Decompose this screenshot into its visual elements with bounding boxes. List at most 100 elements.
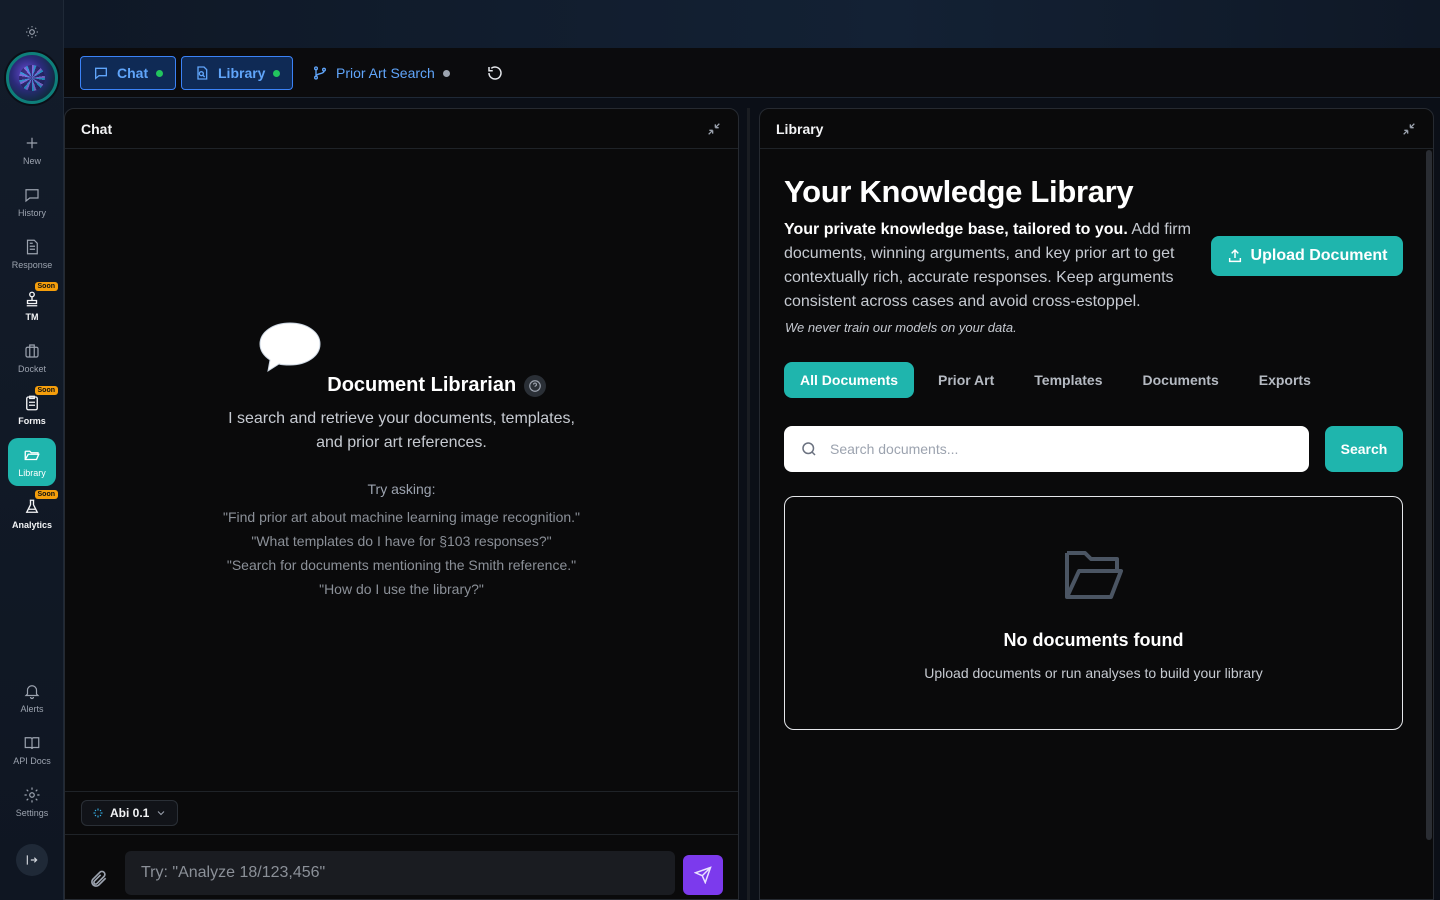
send-button[interactable] <box>683 855 723 895</box>
search-icon <box>802 442 816 456</box>
chat-panel: Chat Document Librarian I search and ret… <box>64 108 739 900</box>
panel-title: Library <box>776 120 824 137</box>
help-icon[interactable] <box>524 374 547 397</box>
assistant-name: Document Librarian <box>327 374 517 396</box>
model-label: Abi 0.1 <box>110 806 150 820</box>
tab-chat[interactable]: Chat <box>80 56 177 90</box>
sidebar-item-label: Alerts <box>20 704 44 714</box>
sidebar-item-label: Response <box>11 260 53 270</box>
scrollbar[interactable] <box>1426 150 1432 840</box>
tab-prior-art-search[interactable]: Prior Art Search <box>300 56 462 90</box>
refresh-icon <box>488 66 502 80</box>
user-avatar[interactable] <box>6 52 58 104</box>
document-icon <box>26 239 38 255</box>
upload-icon <box>1228 248 1241 263</box>
tab-label: Library <box>218 65 266 81</box>
sidebar-item-label: TM <box>25 312 39 322</box>
sidebar-item-analytics[interactable]: Soon Analytics <box>8 490 58 538</box>
sidebar: New History Response Soon TM Docket Soon… <box>0 0 64 900</box>
example-prompt[interactable]: "How do I use the library?" <box>65 577 738 601</box>
clipboard-icon <box>26 395 38 411</box>
library-description-bold: Your private knowledge base, tailored to… <box>784 221 1128 238</box>
sidebar-item-history[interactable]: History <box>8 178 56 226</box>
soon-badge: Soon <box>34 282 58 291</box>
minimize-icon[interactable] <box>1401 121 1417 137</box>
app-root: New History Response Soon TM Docket Soon… <box>0 0 1440 900</box>
filter-exports[interactable]: Exports <box>1243 362 1327 398</box>
theme-toggle-sun-icon[interactable] <box>22 22 42 42</box>
sidebar-item-label: Library <box>18 468 46 478</box>
plus-icon <box>26 137 38 149</box>
sidebar-item-response[interactable]: Response <box>8 230 56 278</box>
example-prompt[interactable]: "What templates do I have for §103 respo… <box>65 529 738 553</box>
sidebar-item-label: History <box>17 208 46 218</box>
paperclip-icon[interactable] <box>89 869 109 889</box>
model-selector[interactable]: Abi 0.1 <box>81 800 179 826</box>
filter-prior-art[interactable]: Prior Art <box>922 362 1010 398</box>
refresh-button[interactable] <box>486 64 506 84</box>
logout-icon <box>26 855 38 865</box>
sidebar-item-forms[interactable]: Soon Forms <box>8 386 58 434</box>
library-body: Your Knowledge Library Your private know… <box>784 174 1404 730</box>
status-dot <box>156 69 164 77</box>
example-prompt[interactable]: "Find prior art about machine learning i… <box>65 505 738 529</box>
library-panel: Library Your Knowledge Library Your priv… <box>759 108 1434 900</box>
sidebar-item-docket[interactable]: Docket <box>8 334 56 382</box>
example-prompt[interactable]: "Search for documents mentioning the Smi… <box>65 553 738 577</box>
workspace-toolbar: Chat Library Prior Art Search <box>64 48 1440 98</box>
filter-all-documents[interactable]: All Documents <box>784 362 915 398</box>
folder-open-icon <box>24 450 40 461</box>
tab-label: Chat <box>117 65 149 81</box>
status-dot <box>442 69 450 77</box>
search-input[interactable] <box>830 441 1293 457</box>
top-banner <box>64 0 1440 48</box>
sparkle-icon <box>93 808 103 818</box>
minimize-icon[interactable] <box>706 121 722 137</box>
bell-icon <box>24 685 40 700</box>
panel-title: Chat <box>81 120 113 137</box>
sidebar-item-new[interactable]: New <box>8 126 56 174</box>
try-asking-label: Try asking: <box>367 481 436 497</box>
chat-icon <box>95 67 107 80</box>
soon-badge: Soon <box>34 386 58 395</box>
example-prompts: "Find prior art about machine learning i… <box>65 505 738 601</box>
search-button[interactable]: Search <box>1325 426 1403 472</box>
library-panel-header: Library <box>760 109 1433 149</box>
book-icon <box>24 737 40 750</box>
tab-library[interactable]: Library <box>181 56 294 90</box>
search-field <box>784 426 1309 472</box>
panel-resize-handle[interactable] <box>747 108 750 900</box>
soon-badge: Soon <box>34 490 58 499</box>
chat-input[interactable] <box>125 851 675 895</box>
chat-panel-header: Chat <box>65 109 738 149</box>
model-bar: Abi 0.1 <box>65 791 738 835</box>
logout-button[interactable] <box>16 844 48 876</box>
chat-icon <box>25 189 39 203</box>
upload-label: Upload Document <box>1250 247 1388 264</box>
chat-empty-state: Document Librarian I search and retrieve… <box>65 319 738 601</box>
status-dot <box>273 69 281 77</box>
upload-document-button[interactable]: Upload Document <box>1211 236 1403 276</box>
assistant-description-line: and prior art references. <box>316 434 487 451</box>
sidebar-item-alerts[interactable]: Alerts <box>8 674 56 722</box>
library-heading: Your Knowledge Library <box>784 174 1134 209</box>
privacy-note: We never train our models on your data. <box>785 320 1017 335</box>
library-description: Your private knowledge base, tailored to… <box>784 218 1204 314</box>
chevron-down-icon <box>158 811 165 816</box>
sidebar-item-settings[interactable]: Settings <box>8 778 56 826</box>
send-icon <box>694 866 712 884</box>
document-search-icon <box>197 66 208 80</box>
sidebar-item-api-docs[interactable]: API Docs <box>8 726 56 774</box>
sidebar-item-library[interactable]: Library <box>8 438 56 486</box>
stamp-icon <box>26 291 38 307</box>
sidebar-item-label: New <box>22 156 41 166</box>
sidebar-item-tm[interactable]: Soon TM <box>8 282 58 330</box>
empty-state-subtitle: Upload documents or run analyses to buil… <box>924 665 1263 681</box>
filter-templates[interactable]: Templates <box>1018 362 1118 398</box>
filter-documents[interactable]: Documents <box>1127 362 1235 398</box>
folder-open-icon <box>1064 551 1123 599</box>
gear-icon <box>24 787 40 803</box>
assistant-description-line: I search and retrieve your documents, te… <box>228 410 575 427</box>
speech-bubble-icon <box>259 322 321 373</box>
assistant-description: I search and retrieve your documents, te… <box>65 407 738 455</box>
